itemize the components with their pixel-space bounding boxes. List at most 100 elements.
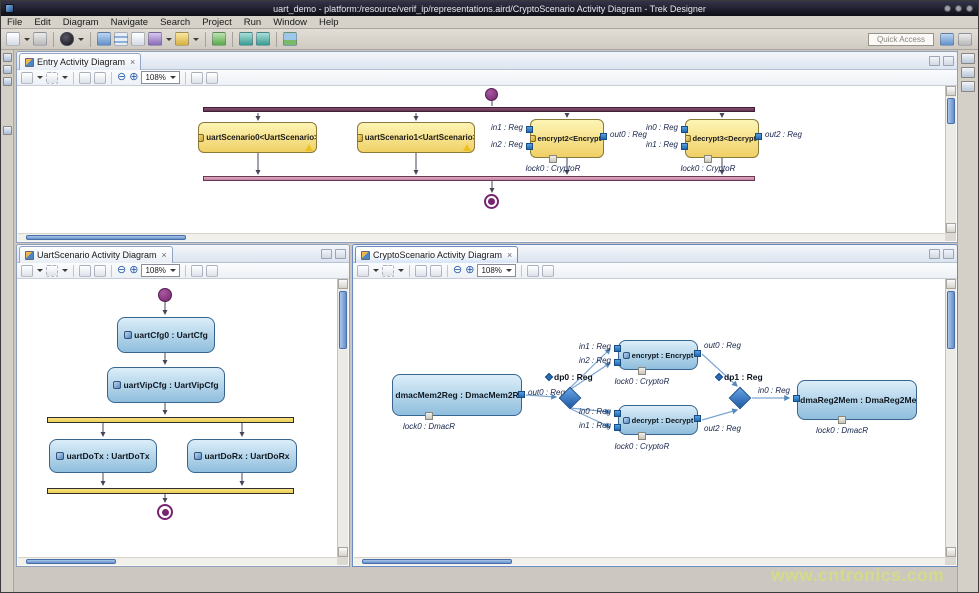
node-uartVipCfg[interactable]: uartVipCfg : UartVipCfg (107, 367, 225, 403)
menu-search[interactable]: Search (154, 16, 196, 29)
final-node[interactable] (157, 504, 173, 520)
menu-edit[interactable]: Edit (28, 16, 56, 29)
fork-bar[interactable] (203, 107, 755, 112)
select-tool-dropdown-icon[interactable] (373, 269, 379, 272)
marquee-tool-dropdown-icon[interactable] (398, 269, 404, 272)
zoom-level-select[interactable]: 108% (141, 71, 179, 84)
node-encrypt[interactable]: encrypt : Encrypt (618, 340, 698, 370)
minimize-button[interactable] (944, 5, 951, 12)
close-tab-icon[interactable]: × (162, 251, 167, 260)
port-lock0[interactable] (549, 155, 557, 163)
menu-project[interactable]: Project (196, 16, 238, 29)
port-out0[interactable] (694, 350, 701, 357)
scroll-down-arrow[interactable] (946, 547, 956, 557)
port-in1[interactable] (614, 345, 621, 352)
port-lock0[interactable] (704, 155, 712, 163)
zoom-out-icon[interactable]: ⊖ (453, 265, 462, 276)
bookmark-icon[interactable] (283, 32, 297, 46)
wand-dropdown-icon[interactable] (193, 38, 199, 41)
port-out2[interactable] (694, 415, 701, 422)
layout-icon[interactable] (415, 265, 427, 277)
image-export-icon[interactable] (527, 265, 539, 277)
wand-icon[interactable] (175, 32, 189, 46)
entry-diagram-canvas[interactable]: uartScenario0<UartScenario> uartScenario… (18, 86, 947, 235)
maximize-pane-icon[interactable] (335, 249, 346, 259)
port-in0[interactable] (681, 126, 688, 133)
zoom-in-icon[interactable]: ⊕ (129, 265, 138, 276)
close-tab-icon[interactable]: × (507, 251, 512, 260)
select-tool-icon[interactable] (21, 265, 33, 277)
port-lock0[interactable] (838, 416, 846, 424)
tab-cryptoscenario-activity-diagram[interactable]: CryptoScenario Activity Diagram × (355, 246, 518, 263)
node-uartScenario1[interactable]: uartScenario1<UartScenario> (357, 122, 475, 153)
menu-run[interactable]: Run (238, 16, 267, 29)
port-in1[interactable] (614, 424, 621, 431)
scrollbar-thumb[interactable] (947, 98, 955, 124)
menu-navigate[interactable]: Navigate (105, 16, 155, 29)
vertical-scrollbar[interactable] (337, 279, 348, 557)
scroll-up-arrow[interactable] (946, 86, 956, 96)
node-uartDoRx[interactable]: uartDoRx : UartDoRx (187, 439, 297, 473)
layers-icon[interactable] (114, 32, 128, 46)
node-uartDoTx[interactable]: uartDoTx : UartDoTx (49, 439, 157, 473)
export-diagram-icon[interactable] (94, 265, 106, 277)
uart-diagram-canvas[interactable]: uartCfg0 : UartCfg uartVipCfg : UartVipC… (18, 279, 339, 559)
menu-window[interactable]: Window (267, 16, 313, 29)
zoom-in-icon[interactable]: ⊕ (465, 265, 474, 276)
node-uartCfg0[interactable]: uartCfg0 : UartCfg (117, 317, 215, 353)
horizontal-scrollbar[interactable] (18, 233, 945, 241)
new-icon[interactable] (6, 32, 20, 46)
node-dmacMem2Reg[interactable]: dmacMem2Reg : DmacMem2Reg (392, 374, 522, 416)
port-in1[interactable] (681, 143, 688, 150)
port-lock0[interactable] (638, 367, 646, 375)
scrollbar-thumb[interactable] (339, 291, 347, 349)
vertical-scrollbar[interactable] (945, 279, 956, 557)
marquee-tool-dropdown-icon[interactable] (62, 269, 68, 272)
maximize-pane-icon[interactable] (943, 249, 954, 259)
marquee-tool-icon[interactable] (46, 72, 58, 84)
horizontal-scrollbar[interactable] (18, 557, 337, 565)
maximize-pane-icon[interactable] (943, 56, 954, 66)
minimize-pane-icon[interactable] (929, 249, 940, 259)
port-lock0[interactable] (425, 412, 433, 420)
port-out2[interactable] (755, 133, 762, 140)
final-node[interactable] (484, 194, 499, 209)
select-tool-icon[interactable] (21, 72, 33, 84)
close-tab-icon[interactable]: × (130, 58, 135, 67)
node-uartScenario0[interactable]: uartScenario0<UartScenario> (198, 122, 317, 153)
scrollbar-thumb[interactable] (26, 235, 186, 240)
minimized-view-icon-4[interactable] (3, 126, 12, 135)
initial-node[interactable] (485, 88, 498, 101)
zoom-out-icon[interactable]: ⊖ (117, 72, 126, 83)
menu-help[interactable]: Help (313, 16, 345, 29)
perspective-icon[interactable] (958, 33, 972, 46)
select-tool-dropdown-icon[interactable] (37, 76, 43, 79)
port-lock0[interactable] (638, 432, 646, 440)
tab-uartscenario-activity-diagram[interactable]: UartScenario Activity Diagram × (19, 246, 173, 263)
node-decrypt3[interactable]: decrypt3<Decrypt> (685, 119, 759, 158)
node-encrypt2[interactable]: encrypt2<Encrypt> (530, 119, 604, 158)
layout-icon[interactable] (79, 265, 91, 277)
marquee-tool-icon[interactable] (382, 265, 394, 277)
join-bar[interactable] (47, 488, 294, 494)
palette-icon[interactable] (148, 32, 162, 46)
restore-view-icon-3[interactable] (961, 81, 975, 92)
port-in0[interactable] (614, 410, 621, 417)
vertical-scrollbar[interactable] (945, 86, 956, 233)
notes-icon[interactable] (131, 32, 145, 46)
select-tool-dropdown-icon[interactable] (37, 269, 43, 272)
scroll-down-arrow[interactable] (338, 547, 348, 557)
zoom-in-icon[interactable]: ⊕ (129, 72, 138, 83)
minimize-pane-icon[interactable] (929, 56, 940, 66)
layout-icon[interactable] (79, 72, 91, 84)
minimized-view-icon-1[interactable] (3, 53, 12, 62)
restore-view-icon-1[interactable] (961, 53, 975, 64)
quick-access-box[interactable]: Quick Access (868, 33, 934, 46)
palette-dropdown-icon[interactable] (166, 38, 172, 41)
grid-icon[interactable] (206, 265, 218, 277)
run-icon[interactable] (60, 32, 74, 46)
marquee-tool-dropdown-icon[interactable] (62, 76, 68, 79)
node-dmaReg2Mem[interactable]: dmaReg2Mem : DmaReg2Mem (797, 380, 917, 420)
fork-bar[interactable] (47, 417, 294, 423)
redo-icon[interactable] (256, 32, 270, 46)
